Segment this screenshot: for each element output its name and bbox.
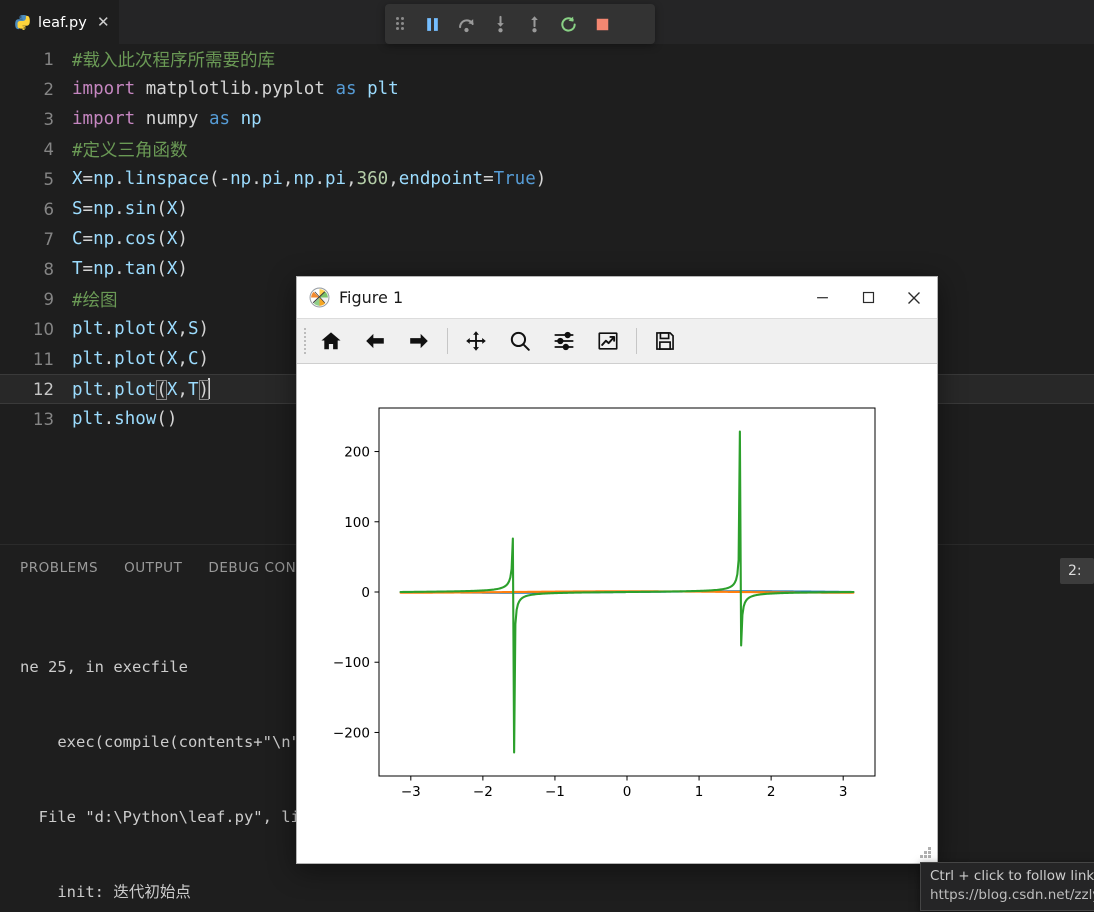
- code-content: #载入此次程序所需要的库: [72, 50, 276, 71]
- code-content: plt.plot(X,S): [72, 319, 210, 339]
- code-line[interactable]: 5 X=np.linspace(-np.pi,np.pi,360,endpoin…: [0, 164, 1094, 194]
- terminal-selector-dropdown[interactable]: 2:: [1060, 558, 1094, 584]
- close-icon[interactable]: ✕: [97, 15, 110, 30]
- tooltip-url: https://blog.csdn.net/zzly1126: [930, 887, 1094, 903]
- line-number: 1: [43, 49, 55, 69]
- zoom-button[interactable]: [498, 321, 542, 361]
- save-button[interactable]: [643, 321, 687, 361]
- screen: leaf.py ✕ 1 #载入此次程序所需要的库 2 import matplo…: [0, 0, 1094, 912]
- toolbar-separator: [447, 328, 448, 354]
- step-into-button[interactable]: [483, 4, 517, 44]
- code-content: T=np.tan(X): [72, 259, 188, 279]
- svg-text:−2: −2: [473, 784, 493, 800]
- code-content: C=np.cos(X): [72, 229, 188, 249]
- restart-button[interactable]: [551, 4, 585, 44]
- configure-subplots-button[interactable]: [542, 321, 586, 361]
- step-over-button[interactable]: [449, 4, 483, 44]
- toolbar-drag-handle[interactable]: [301, 326, 309, 356]
- figure-window-title: Figure 1: [339, 288, 404, 307]
- text-cursor: [208, 378, 211, 399]
- grip-dots-icon[interactable]: [385, 4, 415, 44]
- code-content: plt.show(): [72, 409, 178, 429]
- minimize-button[interactable]: [799, 277, 845, 318]
- step-out-button[interactable]: [517, 4, 551, 44]
- code-content: plt.plot(X,T): [72, 378, 211, 400]
- line-number: 6: [43, 199, 55, 219]
- line-number: 13: [33, 409, 54, 429]
- svg-text:200: 200: [344, 445, 370, 461]
- line-number: 10: [33, 319, 54, 339]
- window-controls: [799, 277, 937, 318]
- matplotlib-figure-window[interactable]: Figure 1 −3 −2 −1 0 1 2 3 −200 −100 0 10…: [296, 276, 938, 864]
- svg-text:2: 2: [767, 784, 776, 800]
- code-content: import matplotlib.pyplot as plt: [72, 79, 399, 99]
- tooltip-hint: Ctrl + click to follow link: [930, 868, 1094, 884]
- toolbar-separator: [636, 328, 637, 354]
- svg-text:3: 3: [839, 784, 848, 800]
- close-button[interactable]: [891, 277, 937, 318]
- svg-text:−200: −200: [333, 725, 370, 741]
- matplotlib-logo-icon: [309, 287, 330, 308]
- code-content: plt.plot(X,C): [72, 349, 210, 369]
- code-line[interactable]: 4 #定义三角函数: [0, 134, 1094, 164]
- line-number: 11: [33, 349, 54, 369]
- code-content: X=np.linspace(-np.pi,np.pi,360,endpoint=…: [72, 169, 547, 189]
- svg-text:100: 100: [344, 515, 370, 531]
- pause-button[interactable]: [415, 4, 449, 44]
- line-number: 12: [33, 379, 54, 399]
- editor-tab-leaf-py[interactable]: leaf.py ✕: [0, 0, 119, 44]
- tab-output[interactable]: OUTPUT: [124, 560, 182, 576]
- resize-grip-icon[interactable]: [920, 847, 931, 858]
- line-number: 5: [43, 169, 55, 189]
- stop-button[interactable]: [585, 4, 619, 44]
- python-file-icon: [14, 14, 31, 31]
- line-number: 7: [43, 229, 55, 249]
- tab-problems[interactable]: PROBLEMS: [20, 560, 98, 576]
- line-number: 3: [43, 109, 55, 129]
- code-line[interactable]: 3 import numpy as np: [0, 104, 1094, 134]
- home-button[interactable]: [309, 321, 353, 361]
- maximize-button[interactable]: [845, 277, 891, 318]
- edit-axis-button[interactable]: [586, 321, 630, 361]
- figure-window-titlebar[interactable]: Figure 1: [297, 277, 937, 318]
- line-number: 8: [43, 259, 55, 279]
- code-content: #定义三角函数: [72, 140, 188, 161]
- line-number: 9: [43, 289, 55, 309]
- code-line[interactable]: 7 C=np.cos(X): [0, 224, 1094, 254]
- svg-text:−100: −100: [333, 655, 370, 671]
- line-number: 4: [43, 139, 55, 159]
- link-tooltip: Ctrl + click to follow link https://blog…: [920, 862, 1094, 911]
- svg-text:0: 0: [623, 784, 632, 800]
- trig-functions-plot: −3 −2 −1 0 1 2 3 −200 −100 0 100 200: [297, 364, 937, 862]
- line-number: 2: [43, 79, 55, 99]
- code-content: import numpy as np: [72, 109, 262, 129]
- code-line[interactable]: 6 S=np.sin(X): [0, 194, 1094, 224]
- figure-canvas[interactable]: −3 −2 −1 0 1 2 3 −200 −100 0 100 200: [297, 364, 937, 863]
- pan-button[interactable]: [454, 321, 498, 361]
- code-line[interactable]: 1 #载入此次程序所需要的库: [0, 44, 1094, 74]
- svg-text:1: 1: [695, 784, 704, 800]
- figure-toolbar[interactable]: [297, 318, 937, 364]
- back-button[interactable]: [353, 321, 397, 361]
- svg-text:0: 0: [361, 585, 370, 601]
- code-line[interactable]: 2 import matplotlib.pyplot as plt: [0, 74, 1094, 104]
- code-content: S=np.sin(X): [72, 199, 188, 219]
- code-content: #绘图: [72, 290, 118, 311]
- svg-text:−1: −1: [545, 784, 565, 800]
- debug-toolbar[interactable]: [385, 4, 655, 44]
- editor-tab-label: leaf.py: [38, 14, 87, 31]
- svg-text:−3: −3: [401, 784, 421, 800]
- forward-button[interactable]: [397, 321, 441, 361]
